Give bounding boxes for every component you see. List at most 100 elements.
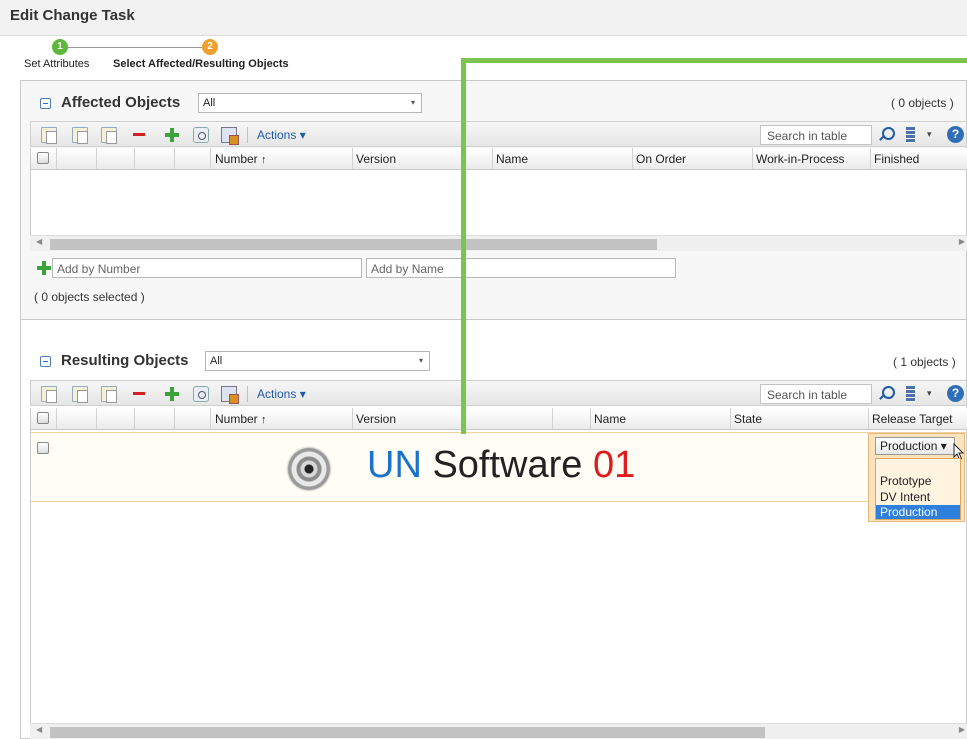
copy-icon[interactable]	[41, 386, 57, 403]
release-target-dropdown-list: Prototype DV Intent Production	[875, 458, 961, 520]
copy-icon[interactable]	[41, 127, 57, 144]
add-by-name-input[interactable]: Add by Name	[366, 258, 676, 278]
add-icon[interactable]	[164, 127, 180, 143]
remove-icon[interactable]	[131, 127, 147, 143]
column-header-number[interactable]: Number ↑	[211, 408, 353, 430]
release-target-option-production[interactable]: Production	[876, 505, 960, 519]
actions-menu[interactable]: Actions ▾	[257, 387, 306, 401]
affected-toolbar: Actions ▾ Search in table ▾ ?	[30, 121, 967, 147]
column-header-finished[interactable]: Finished	[871, 148, 967, 170]
collapse-affected-icon[interactable]	[40, 98, 51, 109]
affected-table-header: Number ↑ Version Name On Order Work-in-P…	[31, 148, 967, 170]
collapse-resulting-icon[interactable]	[40, 356, 51, 367]
scroll-right-icon[interactable]: ▶	[959, 237, 965, 246]
affected-horizontal-scrollbar[interactable]: ◀ ▶	[30, 235, 967, 251]
mass-edit-icon[interactable]	[221, 386, 239, 404]
resulting-table-header: Number ↑ Version Name State Release Targ…	[31, 408, 967, 430]
column-header-version[interactable]: Version	[353, 148, 493, 170]
select-all-checkbox[interactable]	[37, 412, 49, 424]
resulting-filter-select[interactable]: All ▾	[205, 351, 430, 371]
resulting-filter-value: All	[210, 355, 223, 367]
step-1-indicator[interactable]: 1	[52, 39, 68, 55]
affected-objects-table: Number ↑ Version Name On Order Work-in-P…	[30, 148, 967, 236]
column-header-version[interactable]: Version	[353, 408, 553, 430]
select-all-cell	[31, 408, 57, 430]
icon-column	[57, 148, 97, 170]
row-checkbox[interactable]	[37, 442, 49, 454]
logo-part-software: Software	[421, 444, 593, 486]
add-by-number-input[interactable]: Add by Number	[52, 258, 362, 278]
logo-part-number: 01	[592, 444, 636, 486]
add-icon[interactable]	[37, 261, 51, 275]
actions-label: Actions	[257, 128, 297, 142]
resulting-object-count: ( 1 objects )	[893, 355, 956, 369]
scrollbar-thumb[interactable]	[50, 239, 657, 250]
remove-icon[interactable]	[131, 386, 147, 402]
paste-special-icon[interactable]	[101, 127, 117, 144]
scroll-left-icon[interactable]: ◀	[36, 237, 42, 246]
add-icon[interactable]	[164, 386, 180, 402]
resulting-search-input[interactable]: Search in table	[760, 384, 872, 404]
help-icon[interactable]: ?	[947, 385, 964, 402]
column-chooser-icon[interactable]	[906, 127, 915, 143]
select-all-checkbox[interactable]	[37, 152, 49, 164]
column-header-number[interactable]: Number ↑	[211, 148, 353, 170]
affected-selection-status: ( 0 objects selected )	[34, 290, 145, 304]
step-1-label[interactable]: Set Attributes	[24, 58, 89, 70]
chevron-down-icon[interactable]: ▾	[927, 388, 932, 399]
scroll-right-icon[interactable]: ▶	[959, 725, 965, 734]
icon-column	[57, 408, 97, 430]
affected-filter-select[interactable]: All ▾	[198, 93, 422, 113]
step-2-label[interactable]: Select Affected/Resulting Objects	[113, 58, 289, 70]
release-target-option-prototype[interactable]: Prototype	[876, 474, 960, 488]
actions-label: Actions	[257, 387, 297, 401]
help-icon[interactable]: ?	[947, 126, 964, 143]
resulting-toolbar: Actions ▾ Search in table ▾ ?	[30, 380, 967, 406]
toolbar-separator	[247, 127, 248, 143]
paste-special-icon[interactable]	[101, 386, 117, 403]
green-highlight-line	[461, 58, 967, 63]
sort-ascending-icon: ↑	[261, 414, 267, 426]
toolbar-separator	[247, 386, 248, 402]
chevron-down-icon: ▾	[418, 356, 423, 365]
affected-search-input[interactable]: Search in table	[760, 125, 872, 145]
sort-ascending-icon: ↑	[261, 154, 267, 166]
column-chooser-icon[interactable]	[906, 386, 915, 402]
add-by-number-placeholder: Add by Number	[57, 262, 141, 276]
mass-edit-icon[interactable]	[221, 127, 239, 145]
chevron-down-icon: ▾	[299, 128, 306, 142]
window-title: Edit Change Task	[10, 7, 135, 24]
release-target-select[interactable]: Production ▾	[875, 437, 955, 455]
view-info-icon[interactable]	[193, 127, 209, 143]
paste-icon[interactable]	[72, 127, 88, 144]
icon-column	[175, 148, 211, 170]
column-header-work-in-process[interactable]: Work-in-Process	[753, 148, 871, 170]
step-2-indicator[interactable]: 2	[202, 39, 218, 55]
affected-objects-title: Affected Objects	[61, 94, 181, 111]
column-header-on-order[interactable]: On Order	[633, 148, 753, 170]
chevron-down-icon: ▾	[940, 439, 947, 453]
search-icon[interactable]	[877, 126, 895, 144]
search-placeholder: Search in table	[767, 129, 848, 143]
chevron-down-icon: ▾	[410, 98, 415, 107]
resulting-horizontal-scrollbar[interactable]: ◀ ▶	[30, 723, 967, 739]
chevron-down-icon[interactable]: ▾	[927, 129, 932, 140]
resulting-objects-title: Resulting Objects	[61, 352, 189, 369]
actions-menu[interactable]: Actions ▾	[257, 128, 306, 142]
release-target-option-dv-intent[interactable]: DV Intent	[876, 490, 960, 504]
column-header-release-target[interactable]: Release Target	[869, 408, 967, 430]
icon-column	[135, 408, 175, 430]
search-icon[interactable]	[877, 385, 895, 403]
scroll-left-icon[interactable]: ◀	[36, 725, 42, 734]
scrollbar-thumb[interactable]	[50, 727, 765, 738]
column-header-state[interactable]: State	[731, 408, 869, 430]
un-software-logo: UN Software 01	[367, 444, 635, 487]
icon-column	[175, 408, 211, 430]
chevron-down-icon: ▾	[299, 387, 306, 401]
step-connector	[68, 47, 202, 48]
column-header-name[interactable]: Name	[591, 408, 731, 430]
view-info-icon[interactable]	[193, 386, 209, 402]
column-header-name[interactable]: Name	[493, 148, 633, 170]
icon-column	[135, 148, 175, 170]
paste-icon[interactable]	[72, 386, 88, 403]
